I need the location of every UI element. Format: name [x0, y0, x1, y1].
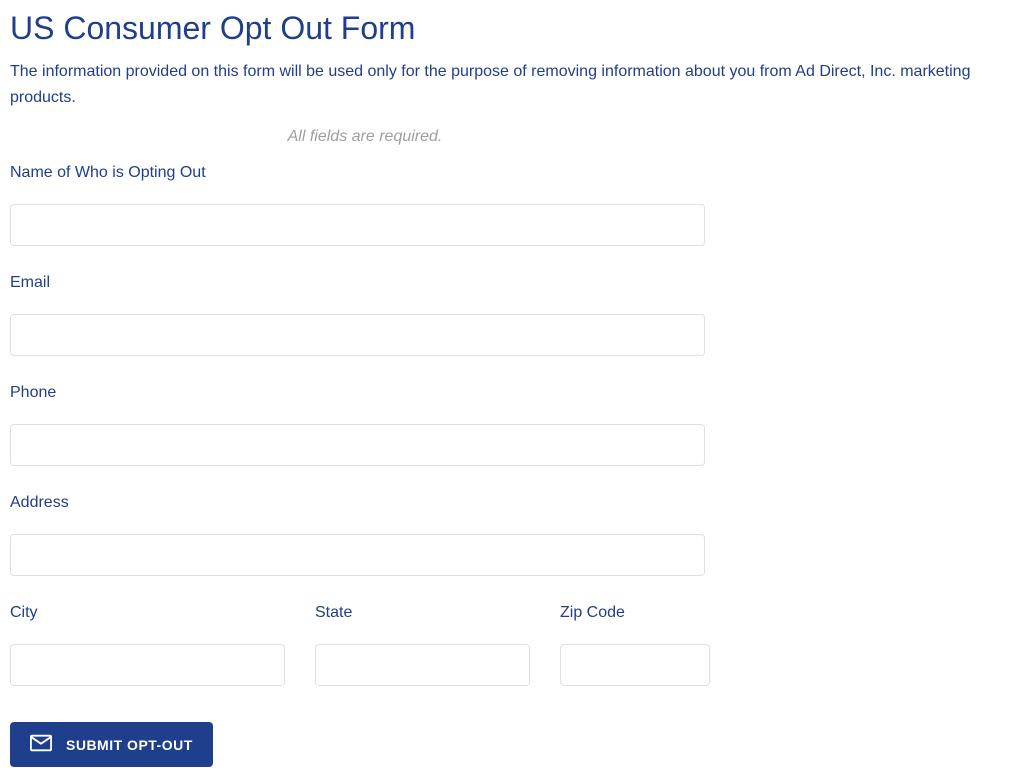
- name-label: Name of Who is Opting Out: [10, 164, 1014, 182]
- envelope-icon: [30, 734, 52, 755]
- zip-input[interactable]: [560, 644, 710, 686]
- city-input[interactable]: [10, 644, 285, 686]
- required-fields-note: All fields are required.: [10, 128, 720, 146]
- state-input[interactable]: [315, 644, 530, 686]
- email-input[interactable]: [10, 314, 705, 356]
- submit-button-label: SUBMIT OPT-OUT: [66, 737, 193, 753]
- submit-opt-out-button[interactable]: SUBMIT OPT-OUT: [10, 722, 213, 767]
- form-group-email: Email: [10, 274, 1014, 356]
- form-group-address: Address: [10, 494, 1014, 576]
- form-group-name: Name of Who is Opting Out: [10, 164, 1014, 246]
- address-input[interactable]: [10, 534, 705, 576]
- page-title: US Consumer Opt Out Form: [10, 10, 1014, 47]
- email-label: Email: [10, 274, 1014, 292]
- page-description: The information provided on this form wi…: [10, 59, 1010, 110]
- phone-label: Phone: [10, 384, 1014, 402]
- form-group-zip: Zip Code: [560, 604, 710, 686]
- address-label: Address: [10, 494, 1014, 512]
- form-group-phone: Phone: [10, 384, 1014, 466]
- location-row: City State Zip Code: [10, 604, 715, 686]
- zip-label: Zip Code: [560, 604, 710, 622]
- city-label: City: [10, 604, 285, 622]
- state-label: State: [315, 604, 530, 622]
- name-input[interactable]: [10, 204, 705, 246]
- form-group-state: State: [315, 604, 530, 686]
- form-group-city: City: [10, 604, 285, 686]
- phone-input[interactable]: [10, 424, 705, 466]
